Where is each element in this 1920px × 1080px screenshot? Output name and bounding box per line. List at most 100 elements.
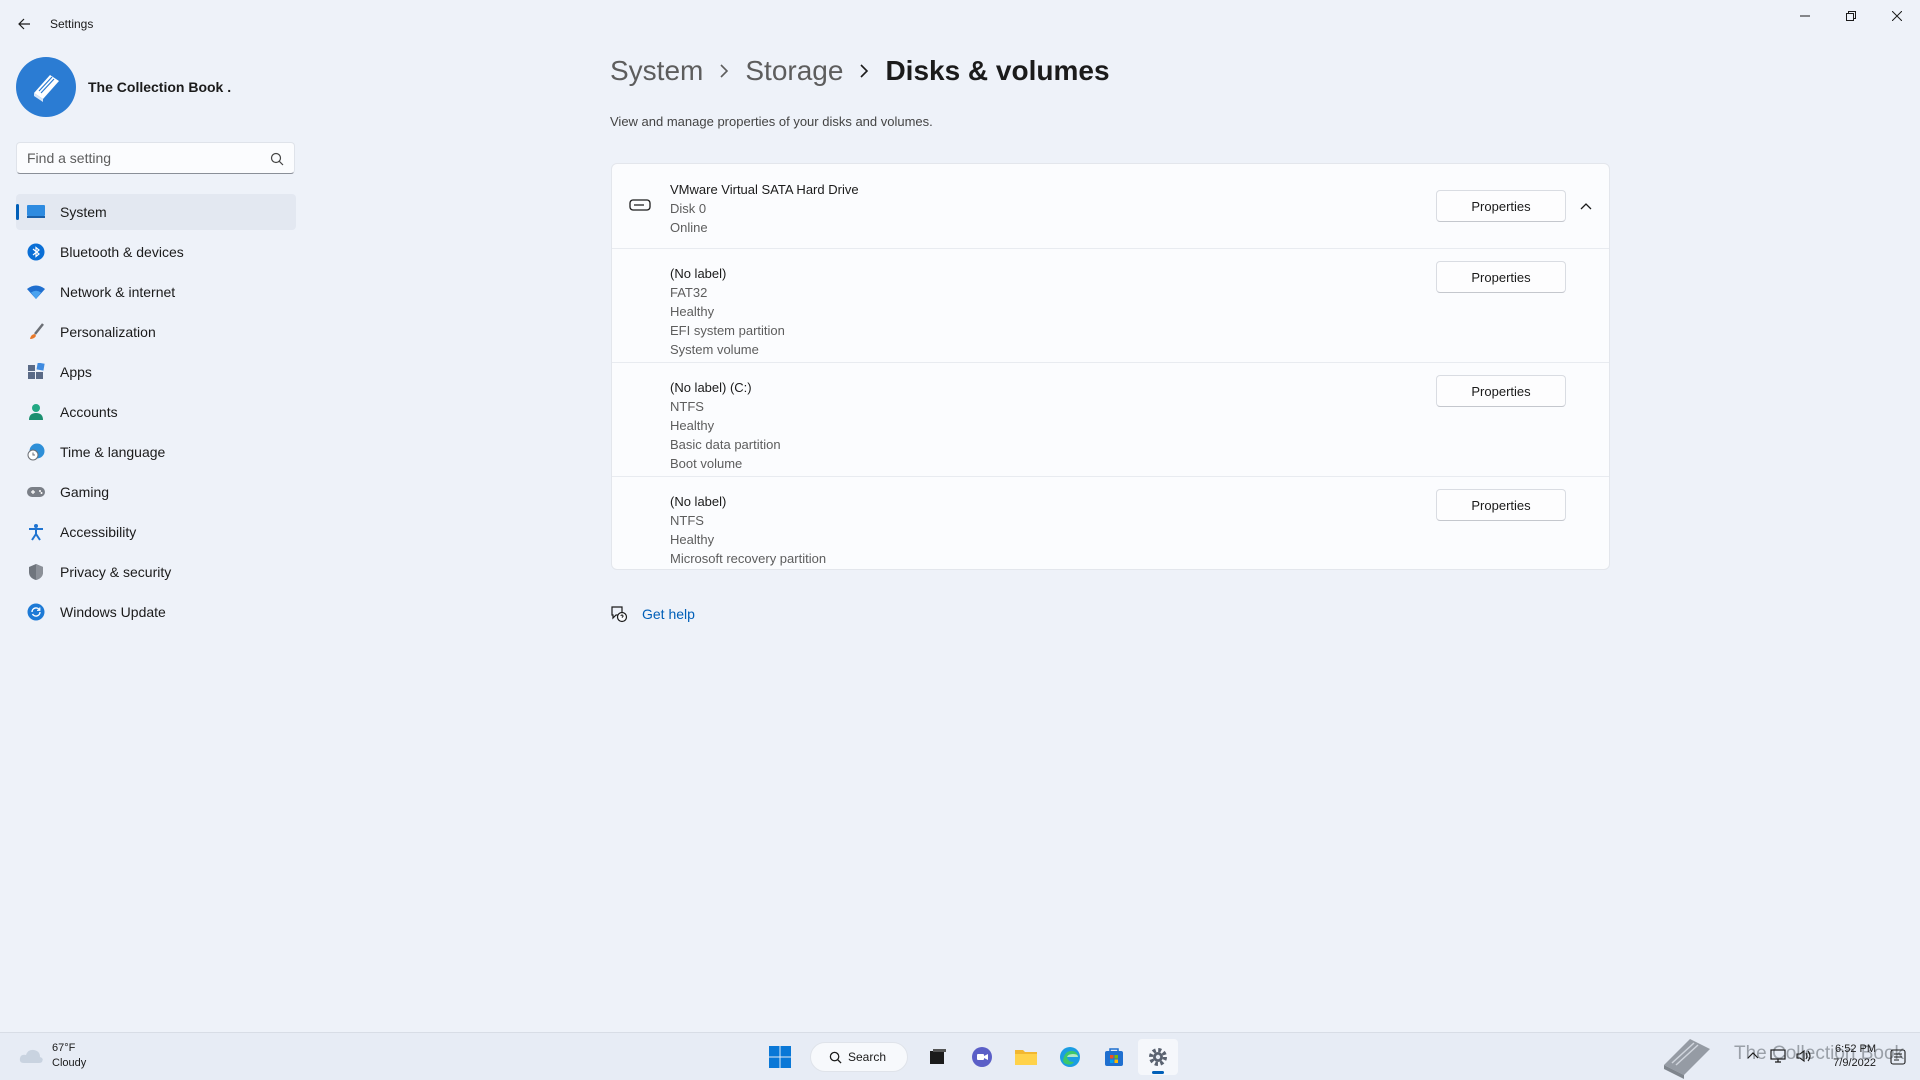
restore-icon <box>1846 11 1856 21</box>
user-profile[interactable]: The Collection Book . <box>16 56 231 118</box>
weather-widget[interactable]: 67°F Cloudy <box>18 1041 86 1071</box>
sidebar-item-time-language[interactable]: Time & language <box>16 434 296 470</box>
gear-icon <box>1149 1048 1167 1066</box>
brush-icon <box>26 322 46 342</box>
sidebar-item-label: Time & language <box>60 444 166 460</box>
wifi-icon <box>26 282 46 302</box>
start-button[interactable] <box>760 1039 800 1075</box>
sidebar-item-accounts[interactable]: Accounts <box>16 394 296 430</box>
taskbar-apps: Search <box>758 1039 1180 1075</box>
disk-info: VMware Virtual SATA Hard Drive Disk 0 On… <box>670 180 859 237</box>
sidebar-item-label: Bluetooth & devices <box>60 244 184 260</box>
accessibility-icon <box>26 522 46 542</box>
back-button[interactable] <box>12 12 36 36</box>
volume-icon[interactable] <box>1796 1049 1812 1063</box>
book-watermark-icon <box>1664 1039 1710 1079</box>
volume-filesystem: NTFS <box>670 513 704 528</box>
sidebar-item-privacy-security[interactable]: Privacy & security <box>16 554 296 590</box>
volume-info: (No label) NTFS Healthy Microsoft recove… <box>670 492 826 568</box>
teams-chat-button[interactable] <box>962 1039 1002 1075</box>
sidebar-item-label: Accounts <box>60 404 118 420</box>
cloud-icon <box>19 1049 43 1063</box>
sidebar-item-label: Accessibility <box>60 524 137 540</box>
sidebar-item-system[interactable]: System <box>16 194 296 230</box>
volume-filesystem: FAT32 <box>670 285 708 300</box>
system-icon <box>26 202 46 222</box>
page-subtitle: View and manage properties of your disks… <box>610 114 933 129</box>
close-button[interactable] <box>1874 0 1920 32</box>
breadcrumb-storage[interactable]: Storage <box>745 55 843 87</box>
person-icon <box>26 402 46 422</box>
volume-health: Healthy <box>670 418 715 433</box>
search-icon <box>829 1051 842 1064</box>
disk-status: Online <box>670 220 708 235</box>
get-help-link[interactable]: Get help <box>642 606 695 622</box>
settings-search[interactable] <box>16 142 295 174</box>
clock[interactable]: 6:52 PM 7/9/2022 <box>1833 1042 1876 1070</box>
breadcrumb-system[interactable]: System <box>610 55 703 87</box>
sidebar-item-label: Privacy & security <box>60 564 172 580</box>
weather-temp: 67°F <box>52 1042 76 1054</box>
sidebar-item-label: System <box>60 204 107 220</box>
shield-icon <box>26 562 46 582</box>
edge-icon <box>1060 1047 1080 1067</box>
volume-row: (No label) (C:) NTFS Healthy Basic data … <box>612 363 1609 477</box>
sidebar-item-gaming[interactable]: Gaming <box>16 474 296 510</box>
volume-partition-type: Microsoft recovery partition <box>670 551 827 566</box>
volume-role: Boot volume <box>670 456 743 471</box>
update-icon <box>26 602 46 622</box>
volume-partition-type: EFI system partition <box>670 323 785 338</box>
tray-icons <box>1746 1049 1812 1063</box>
minimize-icon <box>1800 15 1810 17</box>
collapse-button[interactable] <box>1573 193 1599 219</box>
volume-properties-button[interactable]: Properties <box>1436 489 1566 521</box>
volume-properties-button[interactable]: Properties <box>1436 261 1566 293</box>
disk-row[interactable]: VMware Virtual SATA Hard Drive Disk 0 On… <box>612 164 1609 249</box>
sidebar-item-network[interactable]: Network & internet <box>16 274 296 310</box>
task-view-icon <box>930 1049 946 1064</box>
search-icon[interactable] <box>270 152 284 166</box>
sidebar-item-label: Personalization <box>60 324 156 340</box>
task-view-button[interactable] <box>918 1039 958 1075</box>
volume-info: (No label) (C:) NTFS Healthy Basic data … <box>670 378 781 473</box>
settings-app-button[interactable] <box>1138 1039 1178 1075</box>
volume-health: Healthy <box>670 532 715 547</box>
restore-button[interactable] <box>1828 0 1874 32</box>
chevron-up-icon[interactable] <box>1746 1049 1760 1063</box>
search-input[interactable] <box>17 143 257 173</box>
get-help[interactable]: Get help <box>610 605 695 623</box>
network-icon[interactable] <box>1770 1049 1786 1063</box>
file-explorer-button[interactable] <box>1006 1039 1046 1075</box>
system-tray: The Collection Book 6:52 PM 7/9/2022 <box>1660 1033 1920 1080</box>
page-title: Disks & volumes <box>885 55 1110 86</box>
chevron-right-icon <box>719 64 729 78</box>
hard-drive-icon <box>629 199 651 211</box>
apps-icon <box>26 362 46 382</box>
disk-card: VMware Virtual SATA Hard Drive Disk 0 On… <box>611 163 1610 570</box>
sidebar-item-apps[interactable]: Apps <box>16 354 296 390</box>
sidebar-item-bluetooth[interactable]: Bluetooth & devices <box>16 234 296 270</box>
volume-partition-type: Basic data partition <box>670 437 781 452</box>
sidebar-item-accessibility[interactable]: Accessibility <box>16 514 296 550</box>
sidebar-nav: System Bluetooth & devices Network & int… <box>16 194 296 634</box>
breadcrumb: System Storage Disks & volumes <box>610 55 1110 87</box>
gamepad-icon <box>26 482 46 502</box>
disk-name: VMware Virtual SATA Hard Drive <box>670 182 859 197</box>
sidebar-item-personalization[interactable]: Personalization <box>16 314 296 350</box>
volume-properties-button[interactable]: Properties <box>1436 375 1566 407</box>
volume-label: (No label) <box>670 494 727 509</box>
sidebar-item-windows-update[interactable]: Windows Update <box>16 594 296 630</box>
disk-number: Disk 0 <box>670 201 707 216</box>
notification-icon[interactable] <box>1890 1049 1906 1065</box>
help-chat-icon <box>611 606 628 623</box>
book-logo-icon <box>34 75 59 102</box>
store-button[interactable] <box>1094 1039 1134 1075</box>
minimize-button[interactable] <box>1782 0 1828 32</box>
sidebar-item-label: Windows Update <box>60 604 166 620</box>
edge-button[interactable] <box>1050 1039 1090 1075</box>
volume-info: (No label) FAT32 Healthy EFI system part… <box>670 264 785 359</box>
volume-label: (No label) <box>670 266 727 281</box>
disk-properties-button[interactable]: Properties <box>1436 190 1566 222</box>
taskbar-search[interactable]: Search <box>810 1042 908 1072</box>
volume-row: (No label) FAT32 Healthy EFI system part… <box>612 249 1609 363</box>
